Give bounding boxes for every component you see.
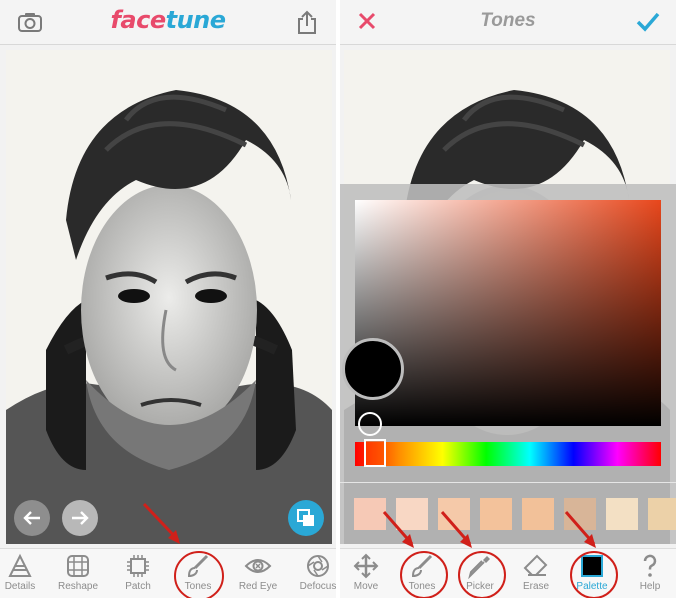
skin-tone-swatch[interactable] bbox=[606, 498, 638, 530]
question-mark-icon bbox=[643, 554, 657, 577]
share-icon[interactable] bbox=[296, 10, 318, 39]
selected-color-preview bbox=[342, 338, 404, 400]
skin-tone-swatch[interactable] bbox=[522, 498, 554, 530]
redo-button[interactable] bbox=[62, 500, 98, 536]
eye-icon bbox=[244, 559, 272, 573]
undo-button[interactable] bbox=[14, 500, 50, 536]
annotation-arrow bbox=[142, 502, 180, 544]
tool-label: Erase bbox=[522, 581, 550, 592]
skin-tone-swatch[interactable] bbox=[648, 498, 676, 530]
compare-button[interactable] bbox=[288, 500, 324, 536]
annotation-arrow bbox=[440, 511, 472, 548]
app-logo: facetune bbox=[110, 6, 226, 34]
tool-bar: Move Tones Picker Erase Palette Help bbox=[340, 548, 676, 598]
patch-icon bbox=[127, 555, 149, 577]
portrait-photo[interactable] bbox=[6, 50, 332, 544]
annotation-arrow bbox=[382, 511, 414, 548]
top-bar: facetune bbox=[0, 0, 336, 45]
checkmark-icon[interactable] bbox=[636, 12, 660, 37]
tool-patch[interactable]: Patch bbox=[110, 553, 166, 597]
panel-divider bbox=[340, 482, 676, 483]
tool-red-eye[interactable]: Red Eye bbox=[230, 553, 286, 597]
tool-label: Move bbox=[353, 581, 379, 592]
saturation-brightness-picker[interactable] bbox=[355, 200, 661, 426]
tool-details[interactable]: Details bbox=[0, 553, 48, 597]
arrow-left-icon bbox=[23, 511, 40, 525]
eraser-icon bbox=[523, 554, 548, 576]
tool-label: Help bbox=[639, 581, 661, 592]
hue-slider[interactable] bbox=[355, 442, 661, 466]
annotation-circle bbox=[400, 551, 448, 598]
triangle-icon bbox=[8, 553, 32, 577]
tool-label: Details bbox=[4, 581, 36, 592]
tool-label: Patch bbox=[125, 581, 151, 592]
tool-label: Red Eye bbox=[238, 581, 278, 592]
hue-slider-handle[interactable] bbox=[364, 439, 386, 467]
aperture-icon bbox=[307, 555, 329, 577]
tool-move[interactable]: Move bbox=[340, 553, 394, 597]
top-bar: Tones bbox=[340, 0, 676, 45]
grid-icon bbox=[67, 555, 89, 577]
facetune-main-screen: facetune Details Reshape Patch Tones Red… bbox=[0, 0, 336, 598]
tool-bar: Details Reshape Patch Tones Red Eye Defo… bbox=[0, 548, 336, 598]
annotation-circle bbox=[458, 551, 506, 598]
page-title: Tones bbox=[480, 10, 536, 31]
annotation-circle bbox=[570, 551, 618, 598]
skin-tone-swatch[interactable] bbox=[480, 498, 512, 530]
tool-label: Reshape bbox=[57, 581, 99, 592]
tool-help[interactable]: Help bbox=[622, 553, 676, 597]
annotation-arrow bbox=[564, 511, 596, 548]
arrow-right-icon bbox=[72, 511, 89, 525]
annotation-circle bbox=[174, 551, 224, 598]
move-icon bbox=[353, 553, 379, 579]
color-picker-handle[interactable] bbox=[358, 412, 382, 436]
tool-reshape[interactable]: Reshape bbox=[50, 553, 106, 597]
tool-label: Defocus bbox=[299, 581, 336, 592]
layers-icon bbox=[297, 509, 314, 526]
tool-erase[interactable]: Erase bbox=[508, 553, 564, 597]
tones-palette-screen: Tones Move Tones Picker Erase Palette He… bbox=[340, 0, 676, 598]
color-palette-panel bbox=[340, 184, 676, 544]
tool-defocus[interactable]: Defocus bbox=[290, 553, 336, 597]
